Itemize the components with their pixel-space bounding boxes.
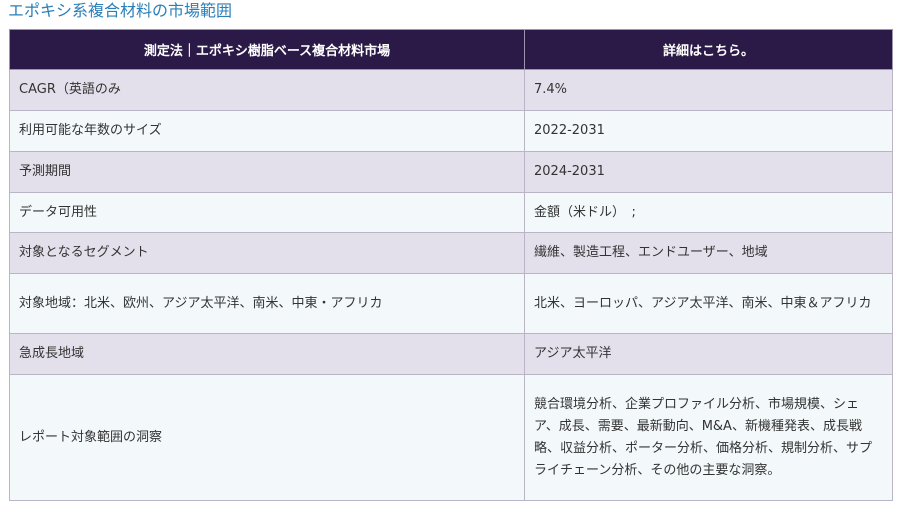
table-row: 対象地域：北米、欧州、アジア太平洋、南米、中東・アフリカ 北米、ヨーロッパ、アジ… <box>9 273 893 334</box>
table-row: 対象となるセグメント 繊維、製造工程、エンドユーザー、地域 <box>9 232 893 274</box>
row-label: 対象地域：北米、欧州、アジア太平洋、南米、中東・アフリカ <box>9 273 525 334</box>
row-label: レポート対象範囲の洞察 <box>9 374 525 501</box>
row-label: CAGR（英語のみ <box>9 69 525 111</box>
row-value: 競合環境分析、企業プロファイル分析、市場規模、シェア、成長、需要、最新動向、M&… <box>524 374 893 501</box>
table-row: 予測期間 2024-2031 <box>9 151 893 193</box>
table-row: レポート対象範囲の洞察 競合環境分析、企業プロファイル分析、市場規模、シェア、成… <box>9 374 893 501</box>
header-metric: 測定法｜エポキシ樹脂ベース複合材料市場 <box>9 29 525 70</box>
table-row: 急成長地域 アジア太平洋 <box>9 333 893 375</box>
table-row: CAGR（英語のみ 7.4% <box>9 69 893 111</box>
row-value: 2024-2031 <box>524 151 893 193</box>
table-header-row: 測定法｜エポキシ樹脂ベース複合材料市場 詳細はこちら。 <box>9 29 893 70</box>
page-title: エポキシ系複合材料の市場範囲 <box>8 1 233 20</box>
table-row: 利用可能な年数のサイズ 2022-2031 <box>9 110 893 152</box>
table-row: データ可用性 金額（米ドル） ; <box>9 192 893 233</box>
row-label: 予測期間 <box>9 151 525 193</box>
row-value: 7.4% <box>524 69 893 111</box>
row-value: 金額（米ドル） ; <box>524 192 893 233</box>
header-details: 詳細はこちら。 <box>524 29 893 70</box>
row-value: 北米、ヨーロッパ、アジア太平洋、南米、中東＆アフリカ <box>524 273 893 334</box>
row-label: 利用可能な年数のサイズ <box>9 110 525 152</box>
row-value: 繊維、製造工程、エンドユーザー、地域 <box>524 232 893 274</box>
row-value: アジア太平洋 <box>524 333 893 375</box>
market-scope-table: 測定法｜エポキシ樹脂ベース複合材料市場 詳細はこちら。 CAGR（英語のみ 7.… <box>9 29 893 501</box>
row-label: 急成長地域 <box>9 333 525 375</box>
row-label: 対象となるセグメント <box>9 232 525 274</box>
row-value: 2022-2031 <box>524 110 893 152</box>
row-label: データ可用性 <box>9 192 525 233</box>
